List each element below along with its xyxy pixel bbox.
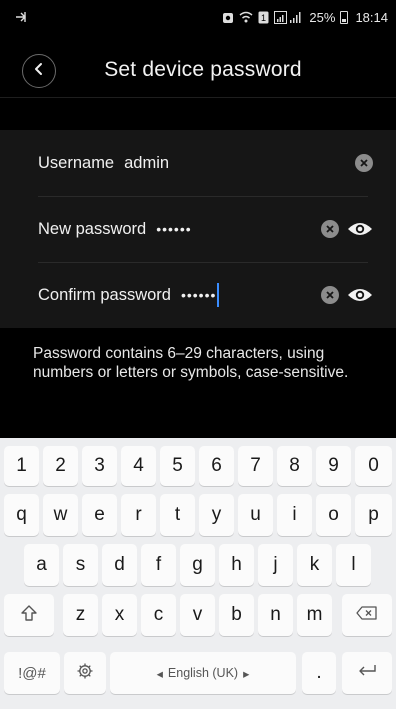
key-p[interactable]: p	[355, 494, 392, 536]
confirm-password-value: ••••••	[180, 287, 217, 303]
new-password-row[interactable]: New password ••••••	[0, 196, 396, 262]
key-e[interactable]: e	[82, 494, 117, 536]
enter-icon	[356, 663, 378, 683]
space-key[interactable]: ◂ English (UK) ▸	[110, 652, 296, 694]
key-c[interactable]: c	[141, 594, 176, 636]
new-password-label: New password	[38, 219, 147, 238]
eye-icon[interactable]	[347, 286, 373, 304]
confirm-password-label: Confirm password	[38, 285, 171, 304]
key-j[interactable]: j	[258, 544, 293, 586]
key-a[interactable]: a	[24, 544, 59, 586]
period-key[interactable]: .	[302, 652, 336, 694]
password-form: Username admin New password •••••• Confi…	[0, 130, 396, 328]
battery-percent: 25%	[309, 9, 336, 25]
keyboard: 1 2 3 4 5 6 7 8 9 0 q w e r t y u i o p …	[0, 438, 396, 709]
clock: 18:14	[355, 9, 388, 25]
clear-icon[interactable]	[321, 286, 339, 304]
key-2[interactable]: 2	[43, 446, 78, 486]
text-caret	[217, 283, 220, 307]
password-hint: Password contains 6–29 characters, using…	[33, 345, 349, 381]
key-d[interactable]: d	[102, 544, 137, 586]
username-label: Username	[38, 153, 115, 172]
key-r[interactable]: r	[121, 494, 156, 536]
status-bar: 1 25% 18:14	[0, 0, 396, 34]
key-3[interactable]: 3	[82, 446, 117, 486]
key-w[interactable]: w	[43, 494, 78, 536]
key-l[interactable]: l	[336, 544, 371, 586]
shift-key[interactable]	[4, 594, 54, 636]
key-i[interactable]: i	[277, 494, 312, 536]
key-h[interactable]: h	[219, 544, 254, 586]
confirm-password-row[interactable]: Confirm password ••••••	[0, 262, 396, 328]
sim-icon: 1	[258, 11, 269, 24]
shift-icon	[20, 604, 38, 626]
key-4[interactable]: 4	[121, 446, 156, 486]
key-k[interactable]: k	[297, 544, 332, 586]
usb-debug-icon	[14, 10, 30, 24]
space-left-arrow: ◂	[156, 666, 163, 681]
key-v[interactable]: v	[180, 594, 215, 636]
new-password-value: ••••••	[156, 221, 192, 237]
header: Set device password	[0, 44, 396, 96]
key-q[interactable]: q	[4, 494, 39, 536]
backspace-key[interactable]	[342, 594, 392, 636]
key-g[interactable]: g	[180, 544, 215, 586]
key-f[interactable]: f	[141, 544, 176, 586]
svg-text:1: 1	[261, 13, 266, 23]
key-0[interactable]: 0	[355, 446, 392, 486]
clear-icon[interactable]	[355, 154, 373, 172]
key-n[interactable]: n	[258, 594, 293, 636]
username-value: admin	[124, 153, 170, 172]
key-6[interactable]: 6	[199, 446, 234, 486]
backspace-icon	[356, 606, 378, 624]
key-t[interactable]: t	[160, 494, 195, 536]
gear-icon	[76, 662, 94, 684]
wifi-icon	[239, 11, 253, 24]
key-5[interactable]: 5	[160, 446, 195, 486]
signal-icon	[274, 10, 304, 24]
username-row[interactable]: Username admin	[0, 130, 396, 196]
key-1[interactable]: 1	[4, 446, 39, 486]
header-divider	[0, 97, 396, 98]
key-b[interactable]: b	[219, 594, 254, 636]
symbols-key[interactable]: !@#	[4, 652, 60, 694]
key-s[interactable]: s	[63, 544, 98, 586]
alarm-icon	[222, 11, 234, 24]
clear-icon[interactable]	[321, 220, 339, 238]
key-x[interactable]: x	[102, 594, 137, 636]
space-right-arrow: ▸	[243, 666, 250, 681]
key-o[interactable]: o	[316, 494, 351, 536]
key-u[interactable]: u	[238, 494, 273, 536]
key-y[interactable]: y	[199, 494, 234, 536]
key-9[interactable]: 9	[316, 446, 351, 486]
space-language-label: English (UK)	[167, 666, 239, 680]
key-m[interactable]: m	[297, 594, 332, 636]
eye-icon[interactable]	[347, 220, 373, 238]
key-7[interactable]: 7	[238, 446, 273, 486]
key-8[interactable]: 8	[277, 446, 312, 486]
page-title: Set device password	[104, 58, 302, 81]
enter-key[interactable]	[342, 652, 392, 694]
battery-icon	[340, 10, 349, 24]
settings-key[interactable]	[64, 652, 106, 694]
key-z[interactable]: z	[63, 594, 98, 636]
